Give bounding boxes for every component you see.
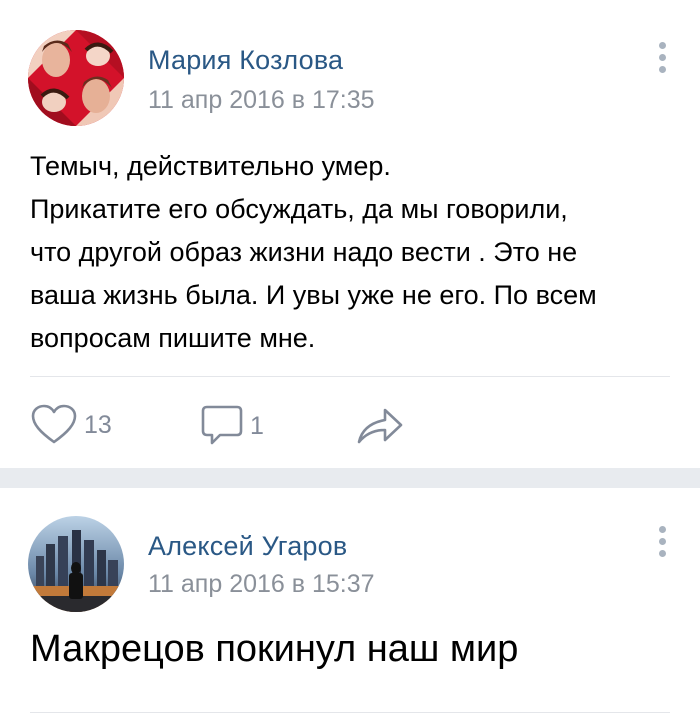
author-avatar[interactable] [28, 516, 124, 612]
post-text-line: вопросам пишите мне. [30, 323, 316, 353]
post-text: Темыч, действительно умер. Прикатите его… [30, 145, 680, 360]
post-text-line: ваша жизнь была. И увы уже не его. По вс… [30, 280, 597, 310]
like-count: 13 [84, 410, 112, 439]
author-name[interactable]: Алексей Угаров [148, 531, 347, 562]
divider [30, 712, 670, 713]
post-card: Мария Козлова 11 апр 2016 в 17:35 Темыч,… [0, 0, 700, 468]
news-feed: Мария Козлова 11 апр 2016 в 17:35 Темыч,… [0, 0, 700, 718]
post-card: Алексей Угаров 11 апр 2016 в 15:37 Макре… [0, 488, 700, 718]
comment-button[interactable]: 1 [200, 404, 264, 448]
more-vertical-icon[interactable] [654, 42, 670, 73]
heart-icon [31, 404, 77, 444]
avatar-image [28, 30, 124, 126]
avatar-image [28, 516, 124, 612]
post-text-line: Прикатите его обсуждать, да мы говорили, [30, 194, 568, 224]
post-text-line: что другой образ жизни надо вести . Это … [30, 237, 578, 267]
post-timestamp[interactable]: 11 апр 2016 в 17:35 [148, 86, 375, 115]
comment-count: 1 [250, 411, 264, 440]
divider [30, 376, 670, 377]
comment-icon [201, 405, 243, 445]
like-button[interactable]: 13 [30, 404, 112, 446]
post-text-line: Темыч, действительно умер. [30, 151, 391, 181]
share-button[interactable] [355, 404, 405, 446]
post-timestamp[interactable]: 11 апр 2016 в 15:37 [148, 570, 375, 599]
author-name[interactable]: Мария Козлова [148, 45, 343, 76]
author-avatar[interactable] [28, 30, 124, 126]
more-vertical-icon[interactable] [654, 526, 670, 557]
share-icon [357, 408, 403, 444]
post-text: Макрецов покинул наш мир [30, 628, 519, 670]
